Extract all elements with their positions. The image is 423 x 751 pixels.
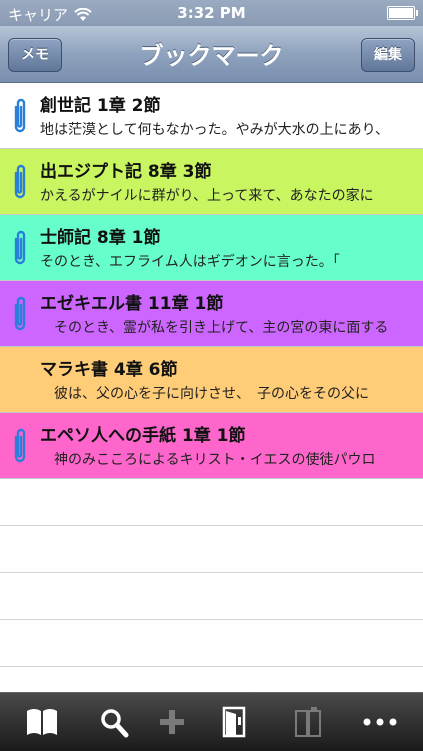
bookmark-row[interactable]: エペソ人への手紙 1章 1節 神のみこころによるキリスト・イエスの使徒パウロ [0,413,423,479]
bookmark-excerpt: かえるがナイルに群がり、上って来て、あなたの家に [40,188,374,204]
paperclip-icon [14,98,26,133]
empty-row [0,479,423,526]
bookmark-title: 出エジプト記 8章 3節 [40,162,212,182]
battery-icon [387,6,418,20]
bookmark-row[interactable]: 士師記 8章 1節 そのとき、エフライム人はギデオンに言った。「 [0,215,423,281]
bookmark-row[interactable]: 出エジプト記 8章 3節 かえるがナイルに群がり、上って来て、あなたの家に [0,149,423,215]
bottom-toolbar [0,692,423,751]
empty-row [0,526,423,573]
search-icon[interactable] [96,705,132,739]
bookmark-excerpt: 地は茫漠として何もなかった。やみが大水の上にあり、 [40,122,390,138]
bookmark-title: エゼキエル書 11章 1節 [40,294,224,314]
bookmark-list: 創世記 1章 2節 地は茫漠として何もなかった。やみが大水の上にあり、 出エジプ… [0,83,423,667]
bookmark-excerpt: 彼は、父の心を子に向けさせ、 子の心をその父に [40,386,369,402]
bookmark-title: 士師記 8章 1節 [40,228,161,248]
split-view-icon [295,707,321,737]
paperclip-icon [14,428,26,463]
edit-button[interactable]: 編集 [361,38,415,72]
paperclip-icon [14,164,26,199]
page-title: ブックマーク [139,42,284,70]
bookmark-title: エペソ人への手紙 1章 1節 [40,426,246,446]
empty-row [0,620,423,667]
bookmark-row[interactable]: マラキ書 4章 6節 彼は、父の心を子に向けさせ、 子の心をその父に [0,347,423,413]
bookmark-row[interactable]: エゼキエル書 11章 1節 そのとき、霊が私を引き上げて、主の宮の東に面する [0,281,423,347]
plus-icon [160,710,184,734]
bookmark-door-icon[interactable] [216,705,252,739]
bookmark-title: 創世記 1章 2節 [40,96,161,116]
status-bar: キャリア 3:32 PM [0,0,423,26]
paperclip-icon [14,296,26,331]
status-time: 3:32 PM [177,4,246,22]
navigation-bar: メモ ブックマーク 編集 [0,26,423,83]
bookmark-excerpt: そのとき、エフライム人はギデオンに言った。「 [40,254,340,270]
empty-row [0,573,423,620]
bookmark-excerpt: 神のみこころによるキリスト・イエスの使徒パウロ [40,452,376,468]
more-icon[interactable] [362,705,398,739]
paperclip-icon [14,230,26,265]
book-icon[interactable] [24,705,60,739]
bookmark-title: マラキ書 4章 6節 [40,360,178,380]
bookmark-excerpt: そのとき、霊が私を引き上げて、主の宮の東に面する [40,320,389,336]
bookmark-row[interactable]: 創世記 1章 2節 地は茫漠として何もなかった。やみが大水の上にあり、 [0,83,423,149]
